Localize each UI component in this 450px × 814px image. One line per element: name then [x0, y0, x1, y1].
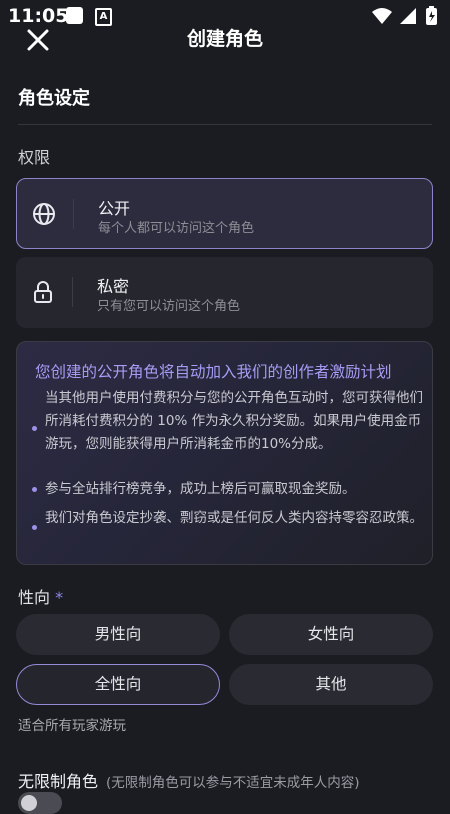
permission-label: 权限	[18, 148, 51, 167]
option-title: 公开	[98, 199, 131, 218]
orientation-note: 适合所有玩家游玩	[18, 718, 126, 734]
option-title: 私密	[97, 277, 130, 296]
section-title: 角色设定	[18, 88, 90, 109]
permission-option-public[interactable]: 公开 每个人都可以访问这个角色	[16, 178, 433, 249]
unrestricted-label: 无限制角色	[18, 772, 99, 791]
toggle-knob	[21, 795, 37, 811]
unrestricted-note: (无限制角色可以参与不适宜未成年人内容)	[106, 775, 360, 791]
separator	[73, 199, 74, 229]
permission-option-private[interactable]: 私密 只有您可以访问这个角色	[16, 257, 433, 328]
info-bullet: 当其他用户使用付费积分与您的公开角色互动时，您可获得他们所消耗付费积分的 10%…	[32, 387, 427, 456]
bullet-dot	[32, 487, 37, 492]
lock-icon	[34, 281, 52, 303]
orientation-option-female[interactable]: 女性向	[229, 614, 433, 655]
bullet-text: 我们对角色设定抄袭、剽窃或是任何反人类内容持零容忍政策。	[45, 510, 423, 526]
orientation-option-other[interactable]: 其他	[229, 664, 433, 705]
required-mark: *	[55, 588, 64, 607]
unrestricted-toggle[interactable]	[18, 792, 62, 814]
unrestricted-label-row: 无限制角色 (无限制角色可以参与不适宜未成年人内容)	[18, 768, 360, 792]
info-bullet: 参与全站排行榜竞争，成功上榜后可赢取现金奖励。	[32, 478, 427, 501]
bullet-text: 当其他用户使用付费积分与您的公开角色互动时，您可获得他们所消耗付费积分的 10%…	[45, 390, 423, 452]
separator	[72, 277, 73, 307]
page-title: 创建角色	[186, 28, 263, 50]
orientation-option-all[interactable]: 全性向	[16, 664, 220, 705]
orientation-label-text: 性向	[18, 588, 51, 607]
info-title: 您创建的公开角色将自动加入我们的创作者激励计划	[35, 363, 392, 381]
creator-incentive-info: 您创建的公开角色将自动加入我们的创作者激励计划 当其他用户使用付费积分与您的公开…	[16, 341, 433, 565]
option-subtitle: 每个人都可以访问这个角色	[98, 221, 255, 236]
orientation-label: 性向 *	[18, 584, 63, 608]
orientation-option-male[interactable]: 男性向	[16, 614, 220, 655]
globe-icon	[33, 203, 55, 225]
info-bullet: 我们对角色设定抄袭、剽窃或是任何反人类内容持零容忍政策。	[32, 507, 427, 530]
bullet-dot	[32, 525, 37, 530]
divider	[18, 124, 432, 125]
bullet-dot	[32, 426, 37, 431]
bullet-text: 参与全站排行榜竞争，成功上榜后可赢取现金奖励。	[45, 481, 356, 497]
app-header: 创建角色	[0, 18, 450, 58]
option-subtitle: 只有您可以访问这个角色	[97, 299, 241, 314]
